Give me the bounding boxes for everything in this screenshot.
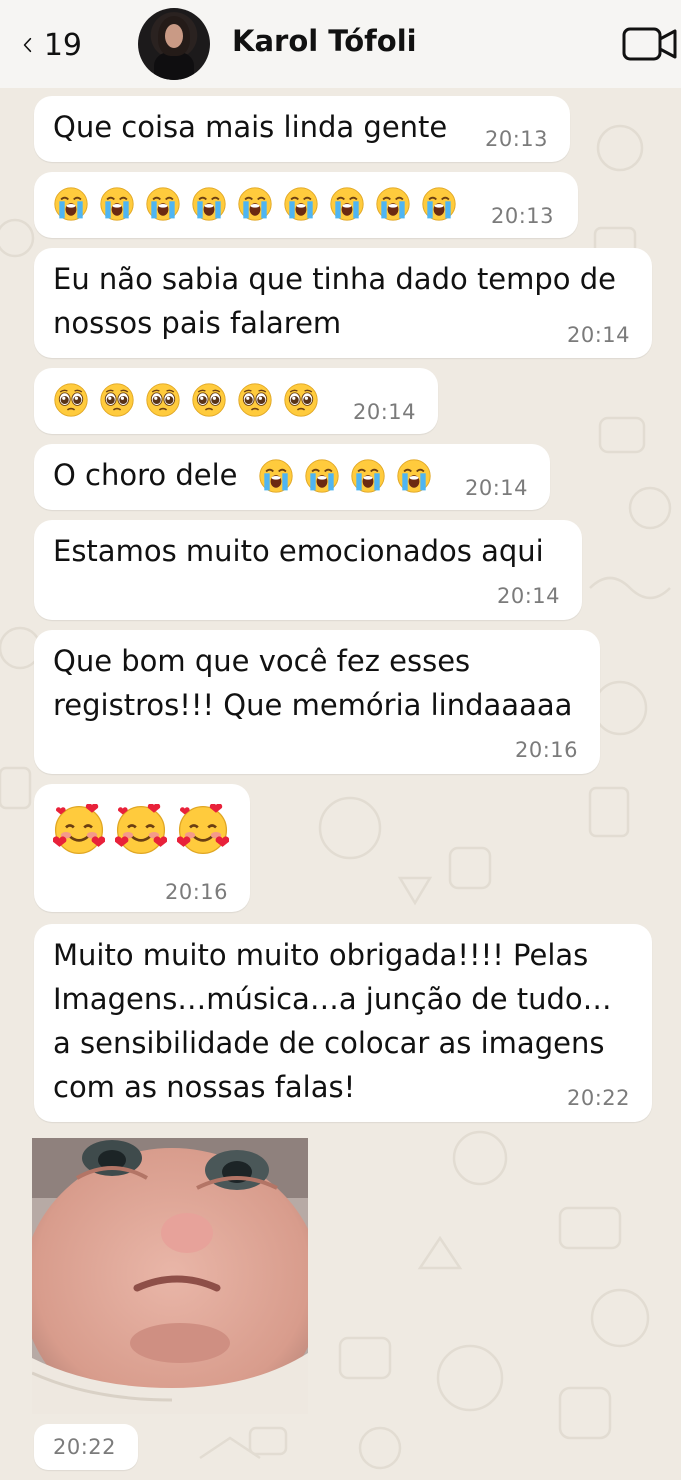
message-text: a sensibilidade de colocar as imagens	[53, 1026, 605, 1060]
avatar[interactable]	[138, 8, 210, 80]
emoji-row	[52, 803, 239, 856]
loudly-crying-face-emoji-icon	[100, 187, 134, 221]
emoji	[396, 458, 432, 494]
loudly-crying-face-emoji-icon	[54, 187, 88, 221]
message-time: 20:14	[465, 476, 529, 500]
message-bubble[interactable]: 20:14	[34, 368, 438, 434]
message-bubble[interactable]: O choro dele 20:14	[34, 444, 550, 510]
video-call-icon[interactable]	[622, 26, 678, 62]
message-bubble[interactable]: 20:13	[34, 172, 578, 238]
chat-header: 19 Karol Tófoli	[0, 0, 681, 88]
unread-count: 19	[43, 27, 82, 63]
emoji	[114, 803, 168, 856]
chevron-left-icon	[23, 37, 32, 53]
loudly-crying-face-emoji-icon	[259, 459, 293, 493]
loudly-crying-face-emoji-icon	[284, 187, 318, 221]
message-time: 20:16	[515, 738, 579, 762]
emoji	[421, 186, 457, 222]
message-text: Estamos muito emocionados aqui	[53, 534, 544, 568]
pleading-face-emoji-icon	[146, 383, 180, 417]
emoji	[53, 382, 89, 418]
message-time: 20:14	[567, 323, 631, 347]
sticker-image[interactable]	[32, 1138, 308, 1414]
emoji	[52, 803, 106, 856]
message-text: Que coisa mais linda gente	[53, 110, 448, 144]
message-bubble[interactable]: 20:16	[34, 784, 250, 912]
loudly-crying-face-emoji-icon	[238, 187, 272, 221]
message-text: nossos pais falarem	[53, 306, 342, 340]
pleading-face-emoji-icon	[192, 383, 226, 417]
loudly-crying-face-emoji-icon	[330, 187, 364, 221]
emoji	[145, 382, 181, 418]
emoji	[191, 186, 227, 222]
emoji	[283, 382, 319, 418]
loudly-crying-face-emoji-icon	[192, 187, 226, 221]
message-text: com as nossas falas!	[53, 1070, 356, 1104]
message-bubble[interactable]: Que coisa mais linda gente 20:13	[34, 96, 570, 162]
message-bubble[interactable]: Muito muito muito obrigada!!!! Pelas Ima…	[34, 924, 652, 1122]
contact-name[interactable]: Karol Tófoli	[232, 24, 417, 58]
message-time: 20:14	[353, 400, 417, 424]
pleading-face-emoji-icon	[54, 383, 88, 417]
emoji	[237, 382, 273, 418]
message-text: Muito muito muito obrigada!!!! Pelas	[53, 938, 589, 972]
emoji	[258, 458, 294, 494]
smiling-face-with-hearts-emoji-icon	[114, 803, 168, 855]
emoji	[329, 186, 365, 222]
loudly-crying-face-emoji-icon	[351, 459, 385, 493]
message-text: registros!!! Que memória lindaaaaa	[53, 688, 573, 722]
emoji	[53, 186, 89, 222]
message-bubble[interactable]: Estamos muito emocionados aqui 20:14	[34, 520, 582, 620]
emoji	[99, 382, 135, 418]
loudly-crying-face-emoji-icon	[305, 459, 339, 493]
emoji-row	[53, 186, 467, 222]
message-time: 20:16	[165, 880, 229, 904]
emoji	[191, 382, 227, 418]
message-text: Eu não sabia que tinha dado tempo de	[53, 262, 617, 296]
emoji-row	[53, 382, 329, 418]
emoji	[283, 186, 319, 222]
message-text: Que bom que você fez esses	[53, 644, 471, 678]
message-time: 20:22	[53, 1435, 117, 1459]
image-time-badge: 20:22	[34, 1424, 138, 1470]
emoji	[176, 803, 230, 856]
pleading-face-emoji-icon	[238, 383, 272, 417]
emoji-row	[258, 458, 442, 494]
emoji	[99, 186, 135, 222]
message-text: O choro dele	[53, 458, 238, 492]
smiling-face-with-hearts-emoji-icon	[52, 803, 106, 855]
loudly-crying-face-emoji-icon	[422, 187, 456, 221]
message-bubble[interactable]: Eu não sabia que tinha dado tempo de nos…	[34, 248, 652, 358]
emoji	[350, 458, 386, 494]
pleading-face-emoji-icon	[100, 383, 134, 417]
emoji	[304, 458, 340, 494]
message-time: 20:22	[567, 1086, 631, 1110]
emoji	[145, 186, 181, 222]
message-time: 20:13	[485, 127, 549, 151]
emoji	[237, 186, 273, 222]
smiling-face-with-hearts-emoji-icon	[176, 803, 230, 855]
back-button[interactable]: 19	[22, 24, 82, 66]
message-list[interactable]: Que coisa mais linda gente 20:13 20:13 E…	[0, 0, 681, 1480]
message-time: 20:13	[491, 204, 555, 228]
message-bubble[interactable]: Que bom que você fez esses registros!!! …	[34, 630, 600, 774]
message-time: 20:14	[497, 584, 561, 608]
loudly-crying-face-emoji-icon	[376, 187, 410, 221]
pleading-face-emoji-icon	[284, 383, 318, 417]
emoji	[375, 186, 411, 222]
loudly-crying-face-emoji-icon	[146, 187, 180, 221]
message-text: Imagens…música…a junção de tudo…	[53, 982, 612, 1016]
loudly-crying-face-emoji-icon	[397, 459, 431, 493]
